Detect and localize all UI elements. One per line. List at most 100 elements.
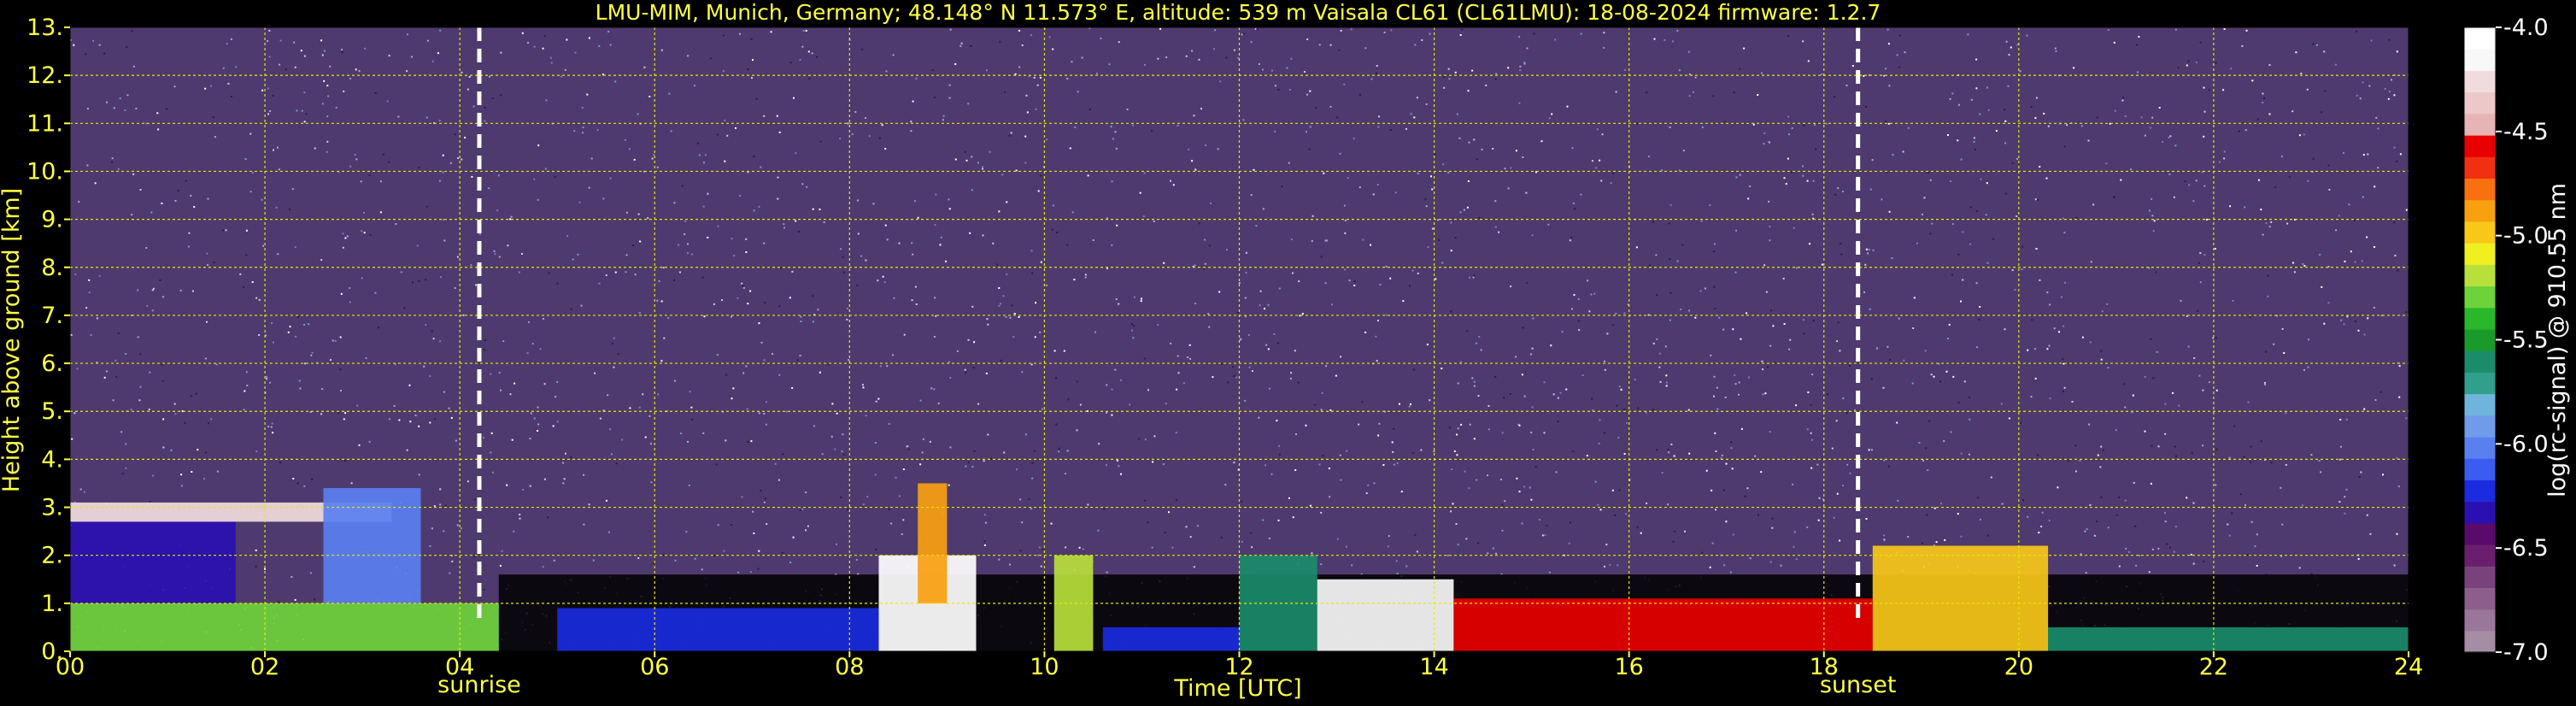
noise-pixel [995,263,998,266]
noise-pixel [2339,419,2342,421]
noise-pixel [564,68,566,71]
noise-pixel [2026,34,2028,37]
noise-pixel [255,549,257,551]
noise-pixel [2280,486,2282,489]
noise-pixel [1570,236,1573,238]
noise-pixel [599,417,601,420]
noise-pixel [1898,66,1901,68]
noise-pixel [1760,471,1763,474]
noise-pixel [255,450,258,453]
noise-pixel [716,133,719,136]
noise-pixel [1600,179,1603,182]
noise-pixel [1957,402,1960,403]
noise-pixel [1193,566,1195,568]
noise-pixel [1721,454,1723,456]
noise-pixel [1870,378,1873,380]
noise-pixel [1970,98,1973,101]
noise-pixel [418,167,420,169]
noise-pixel [789,562,792,563]
noise-pixel [763,115,766,117]
noise-pixel [206,252,208,255]
noise-pixel [1565,388,1568,391]
noise-pixel [1324,282,1327,285]
noise-pixel [326,85,329,87]
noise-pixel [1840,243,1842,244]
noise-pixel [343,418,345,421]
noise-pixel [2090,261,2092,263]
noise-pixel [1903,359,1905,362]
noise-pixel [1159,27,1162,30]
noise-pixel [139,353,142,356]
noise-pixel [1315,107,1317,109]
noise-pixel [1143,172,1146,174]
colorbar-band [2464,328,2496,351]
noise-pixel [1810,438,1813,441]
noise-pixel [2199,41,2202,44]
noise-pixel [2229,205,2232,208]
noise-pixel [197,449,199,451]
noise-pixel [1515,150,1517,152]
noise-pixel [807,50,810,53]
noise-pixel [1362,238,1364,241]
noise-pixel [1967,33,1969,36]
noise-pixel [2310,454,2313,456]
noise-pixel [1543,381,1546,384]
noise-pixel [1378,422,1381,425]
noise-pixel [747,68,749,70]
noise-pixel [1769,561,1772,563]
noise-pixel [296,482,299,485]
noise-pixel [1455,523,1458,525]
noise-pixel [2168,174,2171,175]
noise-pixel [161,296,164,298]
noise-pixel [2080,125,2083,127]
noise-pixel [1543,432,1546,434]
noise-pixel [742,372,745,374]
noise-pixel [689,391,691,393]
noise-pixel [1175,432,1177,434]
noise-pixel [1194,264,1196,267]
noise-pixel [1071,61,1073,63]
noise-pixel [552,425,555,427]
noise-pixel [625,271,627,274]
noise-pixel [258,298,261,301]
noise-pixel [112,399,114,402]
noise-pixel [2393,221,2396,224]
noise-pixel [1547,223,1550,226]
noise-pixel [1596,128,1599,131]
noise-pixel [1669,126,1671,128]
noise-pixel [823,221,825,224]
noise-pixel [753,532,755,534]
noise-pixel [914,285,917,288]
noise-pixel [1340,356,1342,358]
noise-pixel [509,393,512,396]
x-tick-label: 22 [2199,654,2228,680]
noise-pixel [760,490,762,492]
noise-pixel [208,422,210,425]
colorbar-band [2464,285,2496,309]
noise-pixel [1194,303,1197,305]
noise-pixel [2344,260,2346,262]
noise-pixel [1664,345,1667,348]
y-axis-ticks: 0.1.2.3.4.5.6.7.8.9.10.11.12.13. [26,15,70,665]
noise-pixel [2285,412,2287,415]
noise-pixel [898,242,901,244]
noise-pixel [1405,127,1407,130]
noise-pixel [1058,450,1060,453]
noise-pixel [984,521,987,524]
noise-pixel [1476,158,1478,161]
noise-pixel [311,478,314,480]
noise-pixel [494,253,496,256]
noise-pixel [987,433,989,436]
noise-pixel [230,96,232,97]
noise-pixel [1245,315,1247,318]
noise-pixel [500,94,502,97]
noise-pixel [1295,433,1297,435]
noise-pixel [1431,227,1434,230]
noise-pixel [1457,427,1459,430]
noise-pixel [416,244,419,247]
noise-pixel [1024,162,1027,164]
noise-pixel [770,31,772,33]
noise-pixel [431,330,433,332]
noise-pixel [2327,164,2330,167]
y-tick-label: 10. [26,158,63,185]
